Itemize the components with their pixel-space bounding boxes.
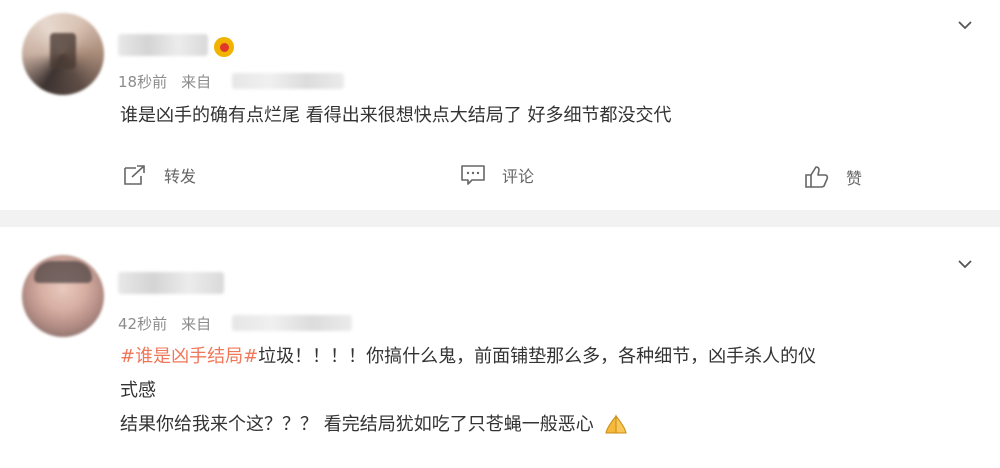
post-text: 结果你给我来个这？？？ 看完结局犹如吃了只苍蝇一般恶心 (120, 414, 594, 435)
post-meta: 18秒前 来自 (118, 71, 211, 92)
divider (0, 210, 1000, 227)
avatar[interactable] (22, 255, 104, 337)
repost-label: 转发 (164, 167, 197, 186)
pray-hands-icon (605, 414, 628, 434)
comment-button[interactable]: 评论 (460, 163, 534, 187)
username-blurred[interactable] (118, 34, 208, 56)
chevron-down-icon[interactable] (958, 257, 972, 271)
post-time: 18秒前 (118, 73, 168, 91)
post-content: 谁是凶手的确有点烂尾 看得出来很想快点大结局了 好多细节都没交代 (120, 99, 671, 133)
comment-icon (461, 165, 485, 185)
post-content: #谁是凶手结局#垃圾！！！！你搞什么鬼，前面铺垫那么多，各种细节，凶手杀人的仪 … (120, 340, 816, 442)
vip-badge-icon (214, 37, 234, 57)
source-blurred[interactable] (232, 315, 352, 331)
post-text: 谁是凶手的确有点烂尾 看得出来很想快点大结局了 好多细节都没交代 (120, 105, 672, 126)
post-line-1: #谁是凶手结局#垃圾！！！！你搞什么鬼，前面铺垫那么多，各种细节，凶手杀人的仪 (120, 340, 816, 374)
post-text: 垃圾！！！！你搞什么鬼，前面铺垫那么多，各种细节，凶手杀人的仪 (258, 346, 817, 367)
like-icon (805, 166, 829, 188)
source-label: 来自 (181, 315, 212, 333)
comment-label: 评论 (502, 167, 535, 186)
username-blurred[interactable] (118, 272, 224, 294)
hashtag-link[interactable]: #谁是凶手结局# (120, 346, 258, 367)
avatar[interactable] (22, 13, 104, 95)
post-line-2: 式感 (120, 380, 156, 401)
repost-icon (124, 165, 145, 185)
like-label: 赞 (846, 169, 863, 188)
chevron-down-icon[interactable] (958, 18, 972, 32)
source-label: 来自 (181, 73, 212, 91)
source-blurred[interactable] (232, 73, 344, 89)
post-card-2: 42秒前 来自 #谁是凶手结局#垃圾！！！！你搞什么鬼，前面铺垫那么多，各种细节，… (0, 227, 1000, 468)
repost-button[interactable]: 转发 (122, 163, 196, 187)
like-button[interactable]: 赞 (804, 165, 862, 189)
post-card-1: 18秒前 来自 谁是凶手的确有点烂尾 看得出来很想快点大结局了 好多细节都没交代 … (0, 0, 1000, 210)
post-time: 42秒前 (118, 315, 168, 333)
post-line-3: 结果你给我来个这？？？ 看完结局犹如吃了只苍蝇一般恶心 (120, 408, 816, 442)
post-meta: 42秒前 来自 (118, 313, 211, 334)
